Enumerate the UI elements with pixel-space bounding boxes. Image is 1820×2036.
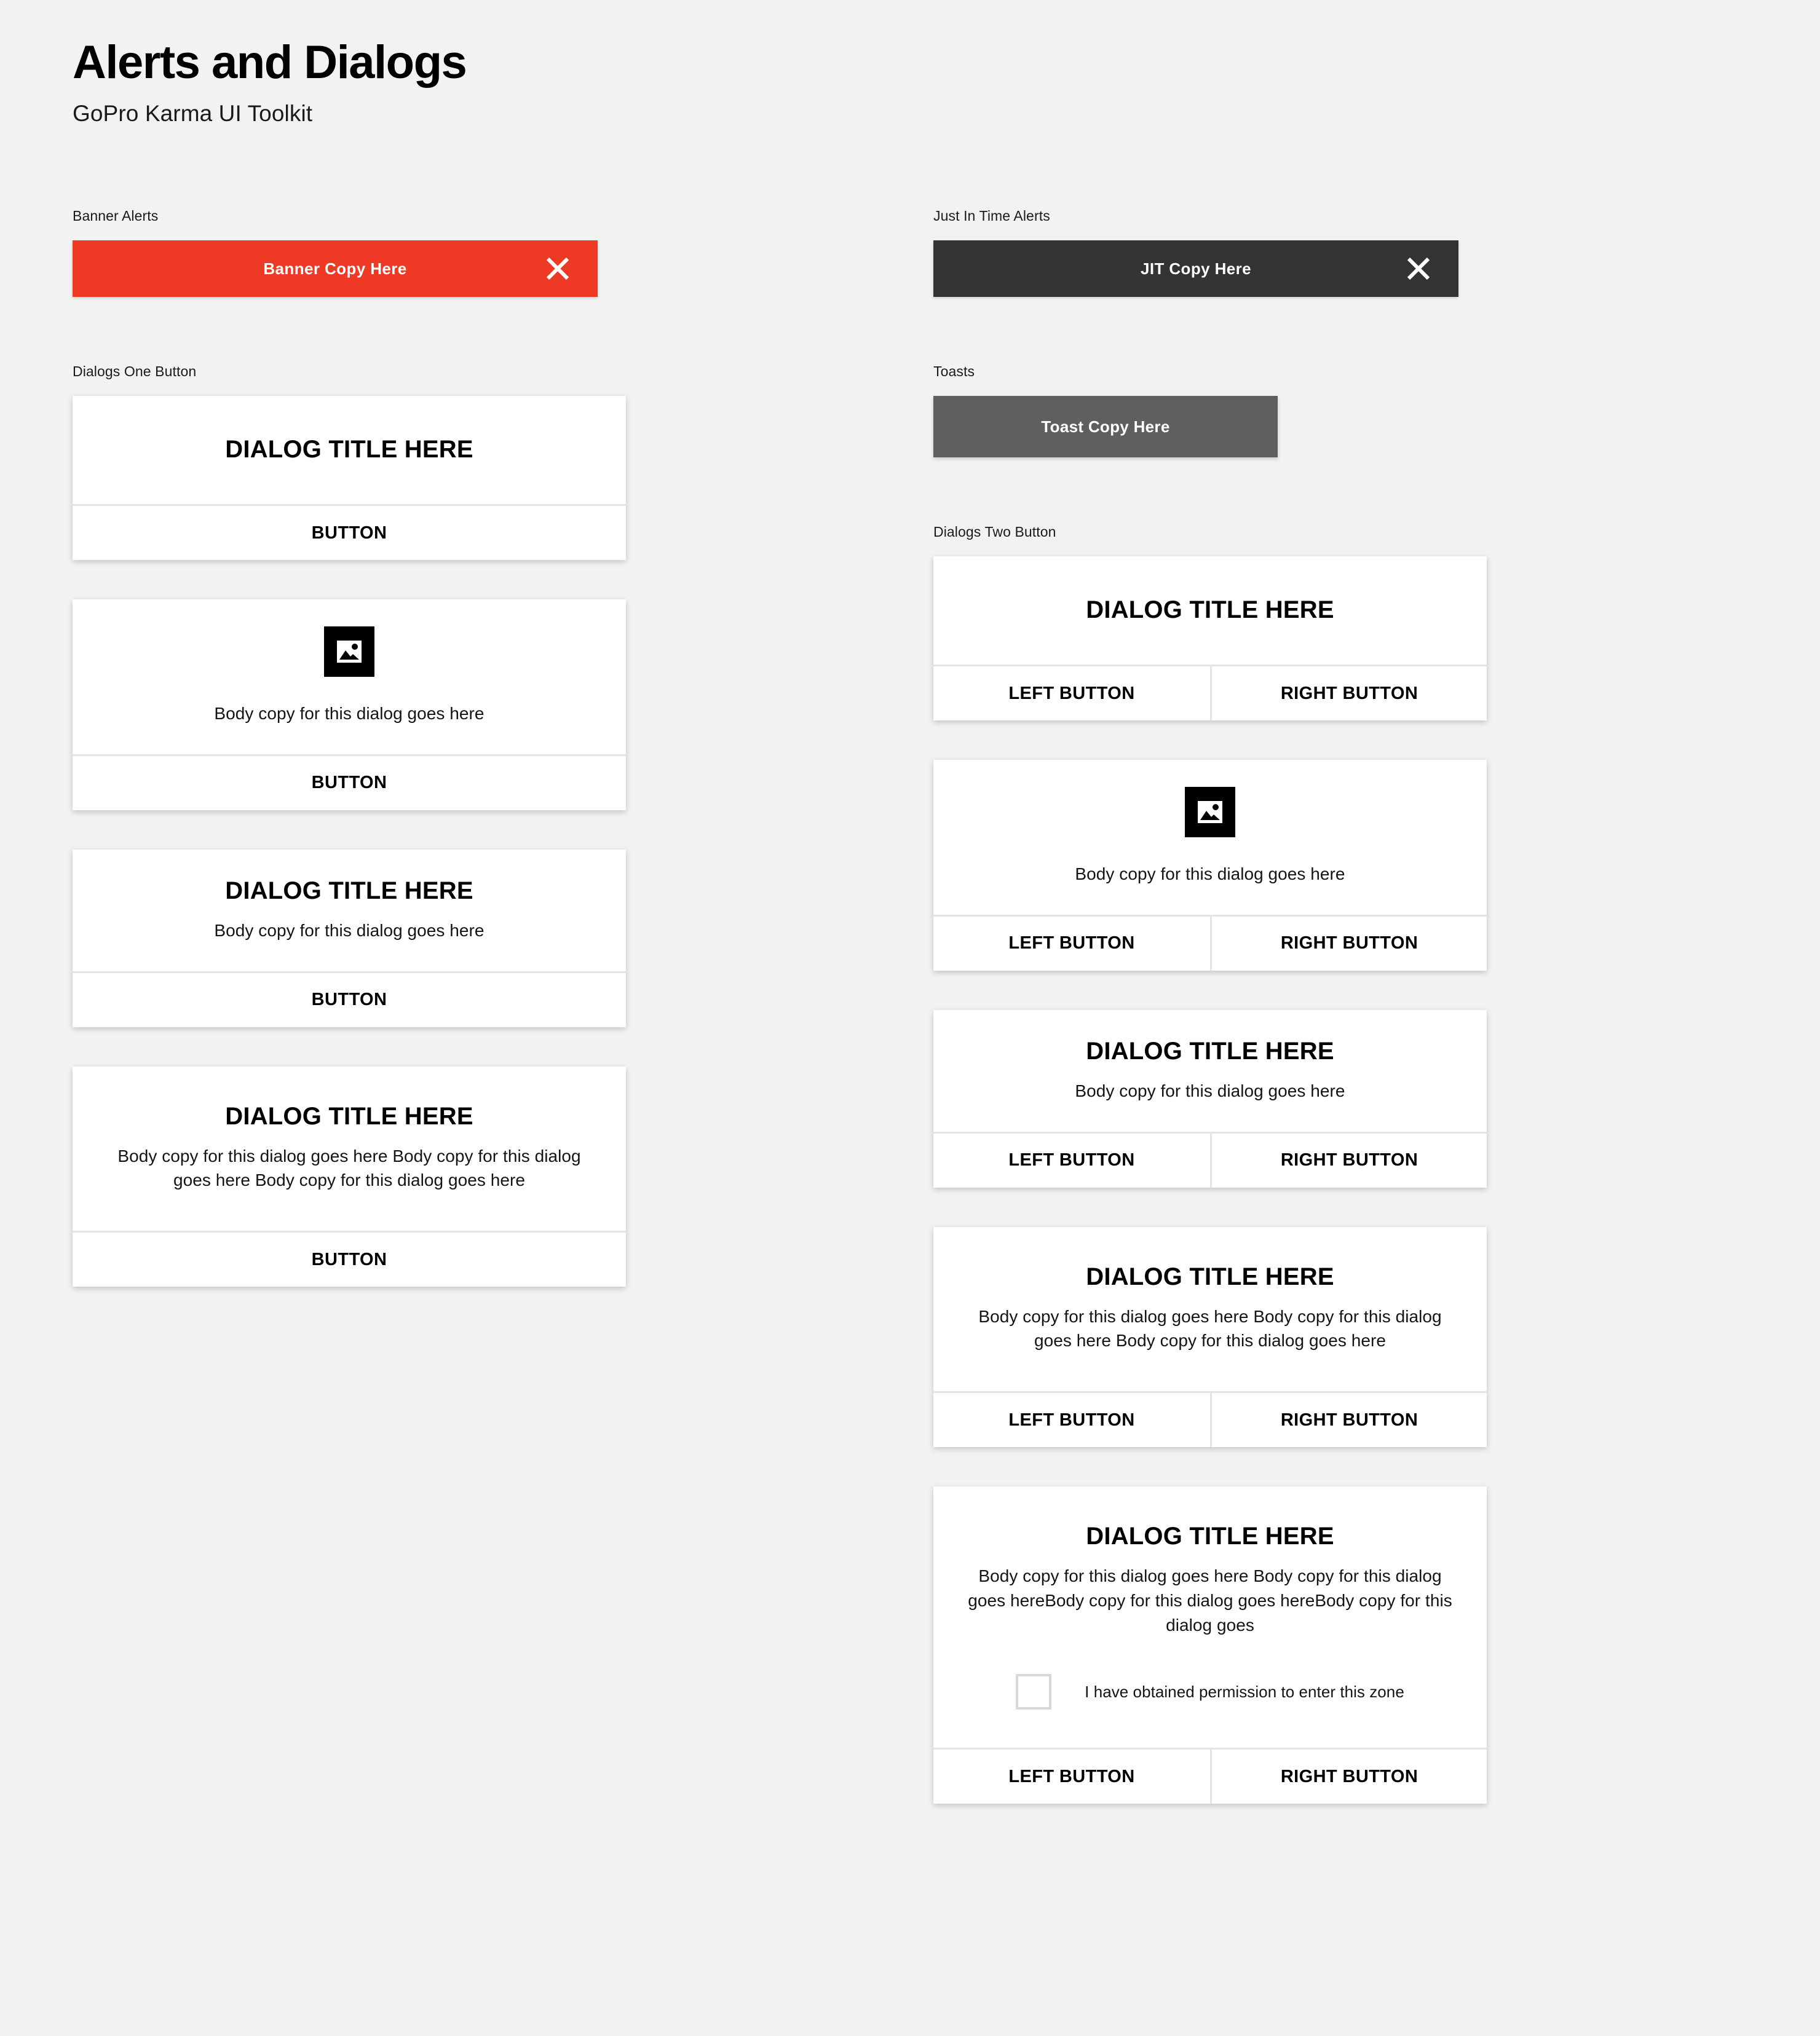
dialog-title: DIALOG TITLE HERE: [1086, 1263, 1334, 1290]
dialog-right-button[interactable]: RIGHT BUTTON: [1210, 916, 1487, 971]
dialog-one-button: DIALOG TITLE HERE Body copy for this dia…: [73, 849, 626, 1027]
permission-checkbox[interactable]: [1016, 1674, 1052, 1710]
dialog-content: Body copy for this dialog goes here: [73, 599, 626, 754]
toast[interactable]: Toast Copy Here: [933, 396, 1278, 457]
dialog-actions: LEFT BUTTON RIGHT BUTTON: [933, 1748, 1487, 1804]
dialog-actions: BUTTON: [73, 971, 626, 1027]
dialog-actions: BUTTON: [73, 754, 626, 810]
dialog-content: DIALOG TITLE HERE Body copy for this dia…: [933, 1486, 1487, 1748]
section-label-jit-alerts: Just In Time Alerts: [933, 208, 1050, 224]
page-subtitle: GoPro Karma UI Toolkit: [73, 100, 313, 126]
dialog-body-text: Body copy for this dialog goes here Body…: [968, 1566, 1452, 1635]
dialog-title: DIALOG TITLE HERE: [225, 1102, 473, 1130]
close-icon[interactable]: [545, 256, 571, 282]
section-dialogs-two-button: Dialogs Two Button DIALOG TITLE HERE LEF…: [933, 525, 1487, 1804]
page-header: Alerts and Dialogs GoPro Karma UI Toolki…: [73, 36, 467, 127]
dialog-body-text: Body copy for this dialog goes here Body…: [117, 1146, 581, 1190]
close-icon[interactable]: [1406, 256, 1431, 282]
dialog-button[interactable]: BUTTON: [73, 506, 626, 560]
dialog-actions: BUTTON: [73, 1231, 626, 1287]
dialog-body-text: Body copy for this dialog goes here: [214, 920, 485, 940]
dialog-body-text: Body copy for this dialog goes here: [214, 704, 485, 723]
banner-alert-copy: Banner Copy Here: [263, 259, 407, 278]
section-label-banner-alerts: Banner Alerts: [73, 208, 159, 224]
dialog-left-button[interactable]: LEFT BUTTON: [933, 916, 1210, 971]
section-jit-alerts: Just In Time Alerts JIT Copy Here: [933, 209, 1487, 297]
dialog-two-button: DIALOG TITLE HERE LEFT BUTTON RIGHT BUTT…: [933, 556, 1487, 720]
page-title: Alerts and Dialogs: [73, 36, 467, 89]
dialog-content: DIALOG TITLE HERE Body copy for this dia…: [73, 850, 626, 971]
dialog-right-button[interactable]: RIGHT BUTTON: [1210, 1133, 1487, 1188]
dialog-two-button: DIALOG TITLE HERE Body copy for this dia…: [933, 1226, 1487, 1447]
dialog-content: Body copy for this dialog goes here: [933, 760, 1487, 915]
image-placeholder-icon: [324, 626, 374, 677]
dialog-body-text: Body copy for this dialog goes here: [1075, 1081, 1345, 1100]
section-banner-alerts: Banner Alerts Banner Copy Here: [73, 209, 626, 297]
dialog-right-button[interactable]: RIGHT BUTTON: [1210, 666, 1487, 720]
dialog-title: DIALOG TITLE HERE: [1086, 596, 1334, 623]
section-label-dialogs-two-button: Dialogs Two Button: [933, 524, 1056, 540]
section-toasts: Toasts Toast Copy Here: [933, 365, 1487, 457]
dialog-left-button[interactable]: LEFT BUTTON: [933, 1133, 1210, 1188]
dialog-content: DIALOG TITLE HERE Body copy for this dia…: [933, 1227, 1487, 1392]
image-placeholder-icon: [1185, 787, 1235, 837]
dialog-content: DIALOG TITLE HERE Body copy for this dia…: [73, 1067, 626, 1231]
dialog-content: DIALOG TITLE HERE: [933, 556, 1487, 665]
dialog-right-button[interactable]: RIGHT BUTTON: [1210, 1393, 1487, 1447]
section-label-dialogs-one-button: Dialogs One Button: [73, 363, 197, 379]
dialog-title: DIALOG TITLE HERE: [225, 436, 473, 463]
banner-alert[interactable]: Banner Copy Here: [73, 240, 598, 297]
section-dialogs-one-button: Dialogs One Button DIALOG TITLE HERE BUT…: [73, 365, 626, 1287]
dialog-title: DIALOG TITLE HERE: [1086, 1037, 1334, 1065]
toast-copy: Toast Copy Here: [1041, 417, 1170, 436]
dialog-right-button[interactable]: RIGHT BUTTON: [1210, 1750, 1487, 1804]
dialog-title: DIALOG TITLE HERE: [1086, 1523, 1334, 1550]
dialog-title: DIALOG TITLE HERE: [225, 877, 473, 904]
dialog-two-button: DIALOG TITLE HERE Body copy for this dia…: [933, 1009, 1487, 1188]
permission-checkbox-row[interactable]: I have obtained permission to enter this…: [965, 1674, 1455, 1710]
dialog-button[interactable]: BUTTON: [73, 1233, 626, 1287]
jit-alert[interactable]: JIT Copy Here: [933, 240, 1458, 297]
dialog-two-button: Body copy for this dialog goes here LEFT…: [933, 760, 1487, 971]
dialog-one-button: Body copy for this dialog goes here BUTT…: [73, 599, 626, 810]
dialog-actions: LEFT BUTTON RIGHT BUTTON: [933, 1131, 1487, 1188]
dialog-content: DIALOG TITLE HERE Body copy for this dia…: [933, 1010, 1487, 1132]
dialog-one-button: DIALOG TITLE HERE Body copy for this dia…: [73, 1066, 626, 1287]
dialog-button[interactable]: BUTTON: [73, 973, 626, 1027]
dialog-actions: LEFT BUTTON RIGHT BUTTON: [933, 914, 1487, 971]
dialog-left-button[interactable]: LEFT BUTTON: [933, 666, 1210, 720]
dialog-body-text: Body copy for this dialog goes here: [1075, 864, 1345, 883]
dialog-content: DIALOG TITLE HERE: [73, 396, 626, 504]
dialog-body-text: Body copy for this dialog goes here Body…: [978, 1306, 1442, 1351]
dialog-two-button-with-checkbox: DIALOG TITLE HERE Body copy for this dia…: [933, 1486, 1487, 1804]
left-column: Banner Alerts Banner Copy Here Dialogs O…: [73, 209, 626, 1287]
section-label-toasts: Toasts: [933, 363, 975, 379]
dialog-actions: LEFT BUTTON RIGHT BUTTON: [933, 1391, 1487, 1447]
dialog-left-button[interactable]: LEFT BUTTON: [933, 1393, 1210, 1447]
dialog-actions: LEFT BUTTON RIGHT BUTTON: [933, 665, 1487, 720]
right-column: Just In Time Alerts JIT Copy Here Toasts…: [933, 209, 1487, 1804]
dialog-left-button[interactable]: LEFT BUTTON: [933, 1750, 1210, 1804]
dialog-button[interactable]: BUTTON: [73, 756, 626, 810]
page-root: Alerts and Dialogs GoPro Karma UI Toolki…: [0, 0, 1820, 2036]
jit-alert-copy: JIT Copy Here: [1140, 259, 1252, 278]
dialog-actions: BUTTON: [73, 504, 626, 560]
permission-checkbox-label: I have obtained permission to enter this…: [1085, 1682, 1404, 1701]
dialog-one-button: DIALOG TITLE HERE BUTTON: [73, 396, 626, 560]
